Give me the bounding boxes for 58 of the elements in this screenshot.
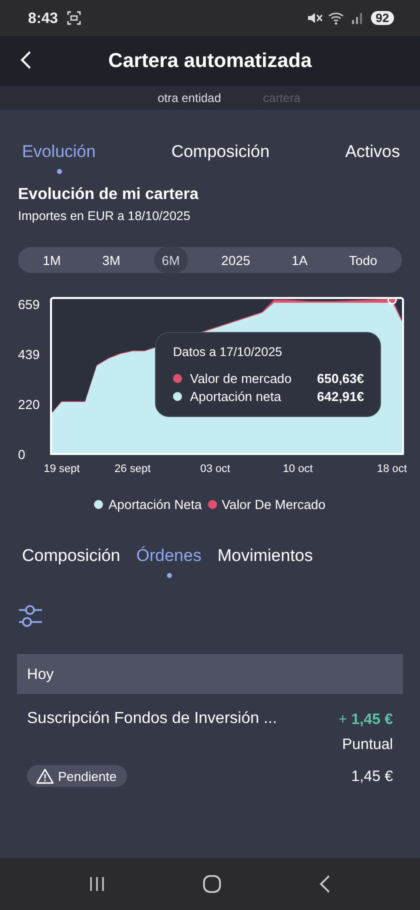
battery-level: 92: [370, 11, 394, 25]
recents-button[interactable]: [88, 875, 106, 893]
range-option[interactable]: 2025: [213, 247, 258, 273]
back-button[interactable]: [20, 50, 32, 70]
tab[interactable]: Evolución: [22, 142, 96, 176]
tab[interactable]: Órdenes: [136, 546, 202, 580]
back-icon: [318, 874, 332, 894]
y-axis-label: 659: [18, 296, 40, 313]
legend-dot: [208, 500, 217, 509]
page-title: Cartera automatizada: [108, 50, 312, 72]
order-name: Suscripción Fondos de Inversión ...: [27, 710, 277, 728]
x-axis-label: 26 sept: [114, 463, 151, 475]
back-nav-button[interactable]: [318, 874, 332, 894]
screenshot-icon: [67, 11, 82, 25]
legend-label: Valor De Mercado: [222, 497, 326, 512]
wifi-icon: [328, 11, 346, 25]
range-option[interactable]: 6M: [154, 247, 188, 273]
tooltip-value: 642,91€: [317, 389, 364, 404]
y-axis-label: 439: [18, 346, 40, 363]
range-option[interactable]: 1M: [34, 247, 69, 273]
home-icon: [202, 874, 222, 894]
y-axis-label: 220: [18, 396, 40, 413]
group-title: Hoy: [27, 666, 54, 682]
range-option[interactable]: 3M: [94, 247, 128, 273]
mute-icon: [306, 11, 323, 25]
tooltip-label: Valor de mercado: [190, 371, 293, 386]
clock: 8:43: [28, 10, 58, 26]
status-label: Pendiente: [58, 768, 117, 784]
tooltip-value: 650,63€: [317, 371, 364, 386]
x-axis-label: 18 oct: [377, 463, 407, 475]
section-title: Evolución de mi cartera: [18, 186, 200, 204]
order-amount: + 1,45 €: [338, 710, 393, 728]
tab[interactable]: Composición: [171, 142, 270, 176]
warning-icon: [36, 768, 54, 784]
tab[interactable]: Composición: [22, 546, 120, 580]
signal-icon: [350, 11, 363, 25]
filter-button[interactable]: [18, 604, 44, 628]
y-axis-label: 0: [18, 447, 26, 463]
x-axis-label: 03 oct: [200, 463, 230, 475]
order-total: 1,45 €: [351, 768, 393, 784]
order-row[interactable]: Suscripción Fondos de Inversión ... + 1,45 € Puntual Pendiente 1,45 €: [0, 694, 420, 787]
range-option[interactable]: 1A: [284, 247, 316, 273]
range-option[interactable]: Todo: [341, 247, 386, 273]
tooltip-label: Aportación neta: [190, 389, 282, 404]
filter-icon: [18, 604, 44, 628]
recents-icon: [88, 875, 106, 893]
tab[interactable]: Activos: [345, 142, 400, 176]
x-axis-label: 19 sept: [44, 463, 80, 475]
section-subtitle: Importes en EUR a 18/10/2025: [18, 209, 192, 223]
carousel-label: otra entidad: [158, 91, 222, 105]
tab[interactable]: Movimientos: [217, 546, 313, 580]
legend-dot: [94, 500, 104, 509]
back-icon: [20, 50, 32, 70]
order-frequency: Puntual: [342, 736, 393, 753]
tooltip-title: Datos a 17/10/2025: [173, 345, 284, 359]
home-button[interactable]: [202, 874, 222, 894]
x-axis-label: 10 oct: [282, 463, 313, 475]
legend-label: Aportación Neta: [108, 497, 202, 512]
